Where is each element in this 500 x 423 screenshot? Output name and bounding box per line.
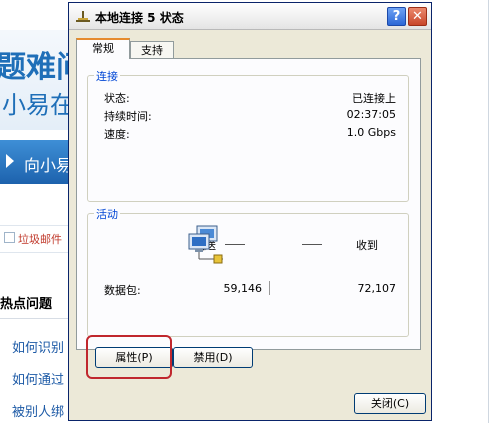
duration-value: 02:37:05 xyxy=(346,108,396,121)
speed-label: 速度: xyxy=(104,128,130,141)
spam-link[interactable]: 垃圾邮件 xyxy=(18,231,62,247)
title-bar[interactable]: 本地连接 5 状态 ? ✕ xyxy=(69,3,431,30)
status-value: 已连接上 xyxy=(352,92,396,105)
sent-dash xyxy=(225,244,245,245)
tab-general[interactable]: 常规 xyxy=(76,38,130,59)
network-activity-icon xyxy=(188,225,223,264)
packets-divider xyxy=(269,281,270,295)
banner-heading: 题难问 xyxy=(0,50,70,85)
disable-button[interactable]: 禁用(D) xyxy=(173,347,253,368)
close-window-button[interactable]: ✕ xyxy=(408,7,427,26)
checkbox-icon[interactable] xyxy=(4,232,15,243)
network-connection-icon xyxy=(76,11,90,22)
page-border xyxy=(488,0,489,423)
hot-link-2[interactable]: 如何通过 xyxy=(12,369,64,388)
packets-sent-value: 59,146 xyxy=(223,282,263,295)
nav-button-label[interactable]: 向小易 xyxy=(24,152,72,176)
activity-legend: 活动 xyxy=(94,206,120,222)
highlight-annotation xyxy=(86,335,172,379)
packets-received-value: 72,107 xyxy=(357,282,397,295)
divider xyxy=(0,318,70,319)
received-dash xyxy=(302,244,322,245)
packets-label: 数据包: xyxy=(104,284,141,297)
status-label: 状态: xyxy=(104,92,130,105)
hot-link-3[interactable]: 被别人绑 xyxy=(12,401,64,420)
hot-link-1[interactable]: 如何识别 xyxy=(12,337,64,356)
banner-image: 题难问 小易在 xyxy=(0,30,70,130)
banner-subheading: 小易在 xyxy=(2,91,70,119)
hot-questions-heading: 热点问题 xyxy=(0,297,53,312)
help-button[interactable]: ? xyxy=(387,7,406,26)
duration-label: 持续时间: xyxy=(104,110,152,123)
close-button[interactable]: 关闭(C) xyxy=(354,393,426,414)
dialog-title: 本地连接 5 状态 xyxy=(95,11,184,25)
connection-group: 连接 状态: 已连接上 持续时间: 02:37:05 速度: 1.0 Gbps xyxy=(87,68,409,202)
close-icon: ✕ xyxy=(412,9,423,24)
activity-group: 活动 发送 收到 数据包: 59,146 72,107 xyxy=(87,206,409,337)
speed-value: 1.0 Gbps xyxy=(346,126,396,139)
tab-general-label: 常规 xyxy=(92,42,114,55)
received-label: 收到 xyxy=(356,239,378,252)
connection-legend: 连接 xyxy=(94,68,120,84)
tab-support-label: 支持 xyxy=(141,44,163,57)
play-arrow-icon xyxy=(6,154,14,168)
general-tab-panel: 连接 状态: 已连接上 持续时间: 02:37:05 速度: 1.0 Gbps … xyxy=(76,58,421,350)
